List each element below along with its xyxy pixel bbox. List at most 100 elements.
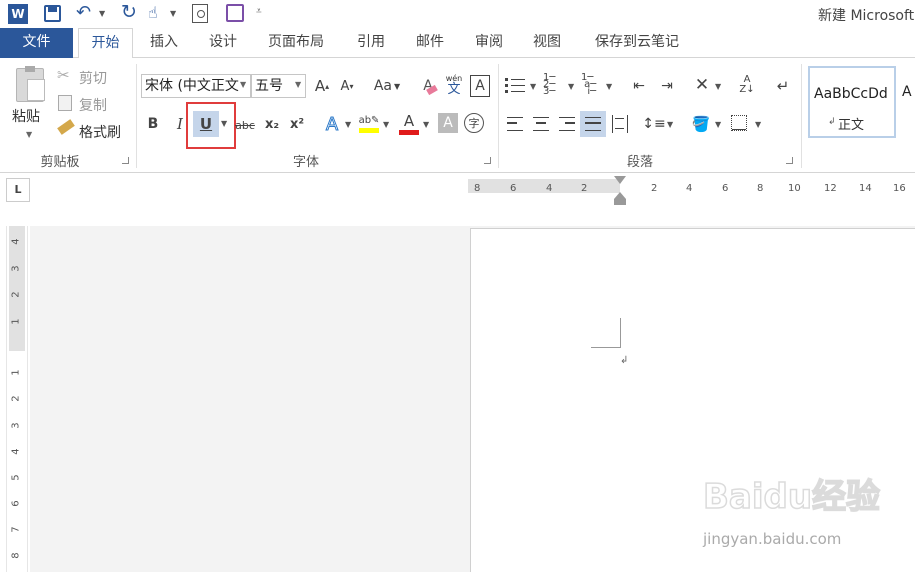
style-next[interactable]: A bbox=[902, 84, 912, 100]
print-preview-icon[interactable] bbox=[192, 4, 208, 23]
scissors-icon: ✂ bbox=[57, 66, 70, 84]
enclose-characters-icon[interactable]: 字 bbox=[464, 113, 484, 133]
multilevel-dropdown-icon[interactable]: ▼ bbox=[606, 82, 612, 91]
multilevel-list-icon[interactable]: 1─ a─ i─ bbox=[581, 73, 596, 97]
cut-button[interactable]: ✂ 剪切 bbox=[57, 66, 117, 87]
align-right-icon[interactable] bbox=[559, 117, 575, 131]
text-effects-dropdown-icon[interactable]: ▼ bbox=[345, 120, 351, 129]
font-size-dropdown-icon[interactable]: ▼ bbox=[295, 80, 301, 89]
clipboard-dialog-launcher[interactable] bbox=[122, 157, 129, 164]
undo-icon[interactable]: ↶ bbox=[76, 2, 91, 23]
bullets-dropdown-icon[interactable]: ▼ bbox=[530, 82, 536, 91]
paste-icon bbox=[16, 66, 45, 102]
word-app-icon[interactable]: W bbox=[8, 4, 28, 24]
line-spacing-dropdown-icon[interactable]: ▼ bbox=[667, 120, 673, 129]
tab-selector[interactable]: L bbox=[6, 178, 30, 202]
strikethrough-button[interactable]: abc bbox=[233, 115, 257, 135]
chinese-layout-dropdown-icon[interactable]: ▼ bbox=[715, 82, 721, 91]
clipboard-group-label: 剪贴板 bbox=[40, 155, 80, 170]
vertical-ruler[interactable]: 4 3 2 1 1 2 3 4 5 6 7 8 bbox=[6, 226, 28, 572]
show-marks-icon[interactable]: ↵ bbox=[772, 75, 794, 97]
chinese-layout-icon[interactable]: ✕ bbox=[690, 73, 714, 97]
grow-font-icon[interactable]: A ▴ bbox=[312, 75, 332, 97]
decrease-indent-icon[interactable]: ⇤ bbox=[628, 75, 650, 97]
clear-formatting-icon[interactable]: A bbox=[417, 75, 439, 97]
line-spacing-icon[interactable]: ↕≡ bbox=[642, 113, 665, 135]
character-border-icon[interactable]: A bbox=[470, 75, 490, 97]
ruler-tick: 2 bbox=[651, 183, 658, 194]
numbering-icon[interactable]: 1─ 2─ 3─ bbox=[543, 73, 555, 97]
font-group-label: 字体 bbox=[292, 155, 319, 170]
font-name-value: 宋体 (中文正文 bbox=[145, 78, 239, 94]
document-title: 新建 Microsoft bbox=[818, 8, 915, 24]
font-color-icon[interactable]: A bbox=[397, 110, 421, 136]
subscript-button[interactable]: x₂ bbox=[262, 113, 282, 135]
paste-button[interactable]: 粘贴 ▼ bbox=[10, 66, 52, 144]
watermark-brand: Baidu经验 bbox=[702, 476, 881, 518]
shading-dropdown-icon[interactable]: ▼ bbox=[715, 120, 721, 129]
customize-qat-icon[interactable]: ⩡ bbox=[256, 6, 262, 17]
bullets-icon[interactable] bbox=[505, 76, 527, 96]
ruler-tick: 4 bbox=[10, 448, 22, 455]
phonetic-char: 文 bbox=[447, 81, 461, 97]
ruler-tick: 3 bbox=[10, 265, 22, 272]
save-icon[interactable] bbox=[44, 5, 61, 22]
font-color-dropdown-icon[interactable]: ▼ bbox=[423, 120, 429, 129]
increase-indent-icon[interactable]: ⇥ bbox=[656, 75, 678, 97]
highlight-color-icon[interactable]: ab✎ bbox=[357, 110, 381, 136]
tab-mailings[interactable]: 邮件 bbox=[405, 28, 455, 58]
tab-file[interactable]: 文件 bbox=[0, 28, 73, 58]
underline-dropdown-icon[interactable]: ▼ bbox=[221, 119, 227, 128]
borders-dropdown-icon[interactable]: ▼ bbox=[755, 120, 761, 129]
phonetic-guide-icon[interactable]: wén 文 bbox=[443, 72, 465, 98]
font-name-dropdown-icon[interactable]: ▼ bbox=[240, 80, 247, 89]
touch-dropdown-icon[interactable]: ▼ bbox=[170, 9, 176, 18]
character-shading-icon[interactable]: A bbox=[438, 113, 458, 133]
copy-button[interactable]: 复制 bbox=[57, 93, 117, 114]
paragraph-dialog-launcher[interactable] bbox=[786, 157, 793, 164]
text-effects-icon[interactable]: A bbox=[320, 112, 344, 136]
tab-insert[interactable]: 插入 bbox=[139, 28, 189, 58]
tab-design[interactable]: 设计 bbox=[198, 28, 248, 58]
horizontal-ruler[interactable]: 8 6 4 2 2 4 6 8 10 12 14 16 bbox=[468, 176, 915, 196]
undo-dropdown-icon[interactable]: ▼ bbox=[99, 9, 105, 18]
tab-references[interactable]: 引用 bbox=[346, 28, 396, 58]
change-case-button[interactable]: Aa ▼ bbox=[369, 75, 405, 97]
ruler-tick: 5 bbox=[10, 474, 22, 481]
format-painter-button[interactable]: 格式刷 bbox=[57, 119, 129, 141]
first-line-indent-marker[interactable] bbox=[614, 176, 626, 184]
highlight-dropdown-icon[interactable]: ▼ bbox=[383, 120, 389, 129]
tab-cloud-note[interactable]: 保存到云笔记 bbox=[584, 28, 690, 58]
font-dialog-launcher[interactable] bbox=[484, 157, 491, 164]
tab-review[interactable]: 审阅 bbox=[464, 28, 514, 58]
distributed-icon[interactable] bbox=[612, 115, 628, 133]
shading-icon[interactable]: 🪣 bbox=[690, 113, 712, 135]
redo-icon[interactable]: ↻ bbox=[121, 1, 137, 23]
superscript-button[interactable]: x² bbox=[287, 113, 307, 135]
document-page[interactable]: ↲ Baidu经验 jingyan.baidu.com bbox=[470, 228, 915, 572]
change-case-label: Aa bbox=[373, 78, 392, 94]
justify-button[interactable] bbox=[580, 111, 606, 137]
ruler-tick: 1 bbox=[10, 318, 22, 325]
touch-mode-icon[interactable]: ☝ bbox=[148, 3, 158, 22]
sort-icon[interactable]: A Z↓ bbox=[736, 73, 758, 97]
underline-button[interactable]: U bbox=[193, 111, 219, 137]
save-as-icon[interactable] bbox=[226, 4, 244, 22]
bold-button[interactable]: B bbox=[143, 113, 163, 135]
style-normal[interactable]: AaBbCcDd 正文 ↲ bbox=[808, 66, 896, 138]
paragraph-mark-icon: ↲ bbox=[620, 355, 629, 366]
borders-icon[interactable] bbox=[731, 115, 747, 131]
ruler-tick: 6 bbox=[10, 500, 22, 507]
title-bar: W ↶ ▼ ↻ ☝ ▼ ⩡ 新建 Microsoft bbox=[0, 0, 915, 28]
shrink-font-icon[interactable]: A ▾ bbox=[337, 75, 357, 97]
font-name-combo[interactable]: 宋体 (中文正文 bbox=[141, 74, 251, 98]
hanging-indent-marker[interactable] bbox=[614, 192, 626, 206]
numbering-dropdown-icon[interactable]: ▼ bbox=[568, 82, 574, 91]
ribbon-tabs: 文件 开始 插入 设计 页面布局 引用 邮件 审阅 视图 保存到云笔记 bbox=[0, 28, 915, 59]
watermark-url: jingyan.baidu.com bbox=[703, 530, 842, 548]
tab-home[interactable]: 开始 bbox=[78, 28, 133, 59]
tab-view[interactable]: 视图 bbox=[522, 28, 572, 58]
tab-page-layout[interactable]: 页面布局 bbox=[258, 28, 334, 58]
align-left-icon[interactable] bbox=[507, 117, 523, 131]
align-center-icon[interactable] bbox=[533, 117, 549, 131]
